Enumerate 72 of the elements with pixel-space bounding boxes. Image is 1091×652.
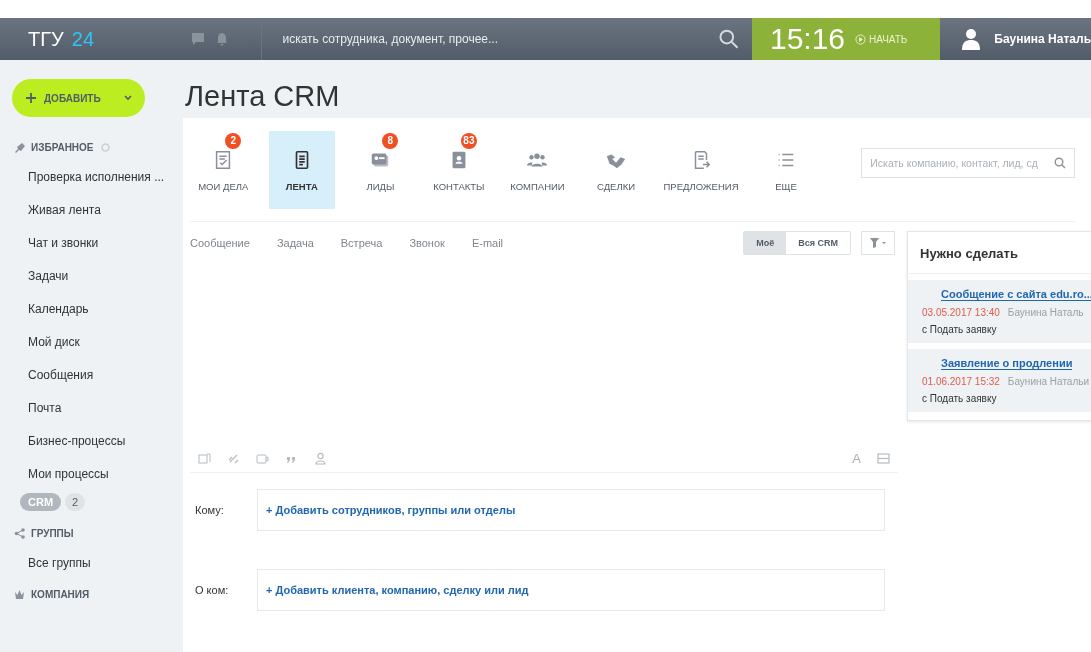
filter-icon (870, 238, 886, 248)
crm-tab[interactable]: КОМПАНИИ (504, 131, 571, 209)
todo-author: Баунина Натальи (1007, 376, 1090, 387)
filter-button[interactable] (861, 231, 895, 255)
sidebar-item[interactable]: Мои процессы (0, 458, 183, 491)
todo-date: 01.06.2017 15:32 (922, 376, 1000, 387)
crm-tab[interactable]: ЛЕНТА (268, 131, 336, 209)
logo-text: ТГУ (28, 27, 64, 51)
recipient-field[interactable]: + Добавить клиента, компанию, сделку или лид (257, 569, 885, 611)
crm-counter: 2 (65, 493, 86, 511)
sidebar-item[interactable]: Бизнес-процессы (0, 425, 183, 458)
todo-item[interactable]: Заявление о продлении 01.06.2017 15:32 Баунина Натальи с Подать заявку (908, 349, 1091, 412)
search-field[interactable]: искать сотрудника, документ, прочее... (262, 32, 713, 46)
post-type-tab[interactable]: Сообщение (190, 237, 250, 249)
sidebar-item[interactable]: Все группы (0, 547, 183, 580)
search-icon[interactable] (1053, 157, 1066, 169)
crm-tab[interactable]: ЕЩЕ (752, 131, 820, 209)
todo-link[interactable]: Заявление о продлении (941, 357, 1073, 370)
recipient-field[interactable]: + Добавить сотрудников, группы или отделы (257, 489, 885, 531)
share-icon (14, 527, 25, 539)
sidebar-item[interactable]: Календарь (0, 293, 183, 326)
sidebar-item[interactable]: Задачи (0, 260, 183, 293)
page-title: Лента CRM (185, 80, 341, 114)
post-type-tab[interactable]: Задача (276, 237, 314, 249)
todo-source: с Подать заявку (922, 393, 998, 404)
chat-icon[interactable] (191, 32, 205, 46)
sidebar-item[interactable]: Чат и звонки (0, 227, 183, 260)
logo-number: 24 (71, 27, 94, 51)
notification-icon[interactable] (215, 32, 229, 46)
panel-icon[interactable] (877, 451, 890, 465)
sidebar-item[interactable]: Проверка исполнения ... (0, 161, 183, 194)
count-badge: 2 (225, 133, 242, 149)
sidebar-section-title[interactable]: ИЗБРАННОЕ (31, 141, 94, 153)
crm-tab[interactable]: КОНТАКТЫ 83 (425, 131, 493, 209)
crown-icon (14, 588, 25, 600)
panel-title: Нужно сделать (908, 232, 1091, 274)
sidebar-section-title[interactable]: ГРУППЫ (31, 527, 74, 539)
scope-toggle[interactable]: Моё (744, 232, 787, 254)
person-icon[interactable] (314, 451, 327, 465)
add-link[interactable]: + Добавить сотрудников, группы или отделы (266, 504, 516, 516)
crm-tab[interactable]: СДЕЛКИ (582, 131, 650, 209)
crm-tab[interactable]: ПРЕДЛОЖЕНИЯ (661, 131, 741, 209)
add-link[interactable]: + Добавить клиента, компанию, сделку или лид (266, 584, 529, 596)
sidebar-item[interactable]: Почта (0, 392, 183, 425)
chevron-down-icon (123, 93, 133, 103)
field-label: Кому: (194, 504, 225, 516)
sidebar-item[interactable]: Сообщения (0, 359, 183, 392)
sidebar-item[interactable]: Живая лента (0, 194, 183, 227)
todo-source: с Подать заявку (922, 324, 998, 335)
field-label: О ком: (194, 584, 230, 596)
user-name[interactable]: Баунина Наталь (994, 32, 1091, 46)
file-icon[interactable] (198, 451, 211, 465)
pin-icon (14, 141, 25, 153)
clock-time: 15:16 (769, 22, 846, 56)
sidebar-section-title[interactable]: КОМПАНИЯ (31, 588, 90, 600)
todo-author: Баунина Наталь (1007, 307, 1084, 318)
post-type-tab[interactable]: Встреча (340, 237, 383, 249)
count-badge: 8 (382, 133, 399, 149)
search-icon[interactable] (718, 28, 740, 50)
video-icon[interactable] (256, 451, 269, 465)
play-icon (855, 33, 867, 45)
count-badge: 83 (460, 133, 477, 149)
user-avatar-icon[interactable] (962, 28, 981, 50)
todo-date: 03.05.2017 13:40 (922, 307, 1000, 318)
add-button[interactable]: ДОБАВИТЬ (12, 79, 145, 117)
post-type-tab[interactable]: Звонок (409, 237, 445, 249)
sidebar-item[interactable]: Мой диск (0, 326, 183, 359)
crm-tab[interactable]: МОИ ДЕЛА 2 (190, 131, 257, 209)
crm-tab[interactable]: ЛИДЫ 8 (347, 131, 414, 209)
post-type-tab[interactable]: E-mail (471, 237, 504, 249)
settings-icon[interactable] (99, 141, 111, 153)
plus-icon (26, 93, 36, 103)
